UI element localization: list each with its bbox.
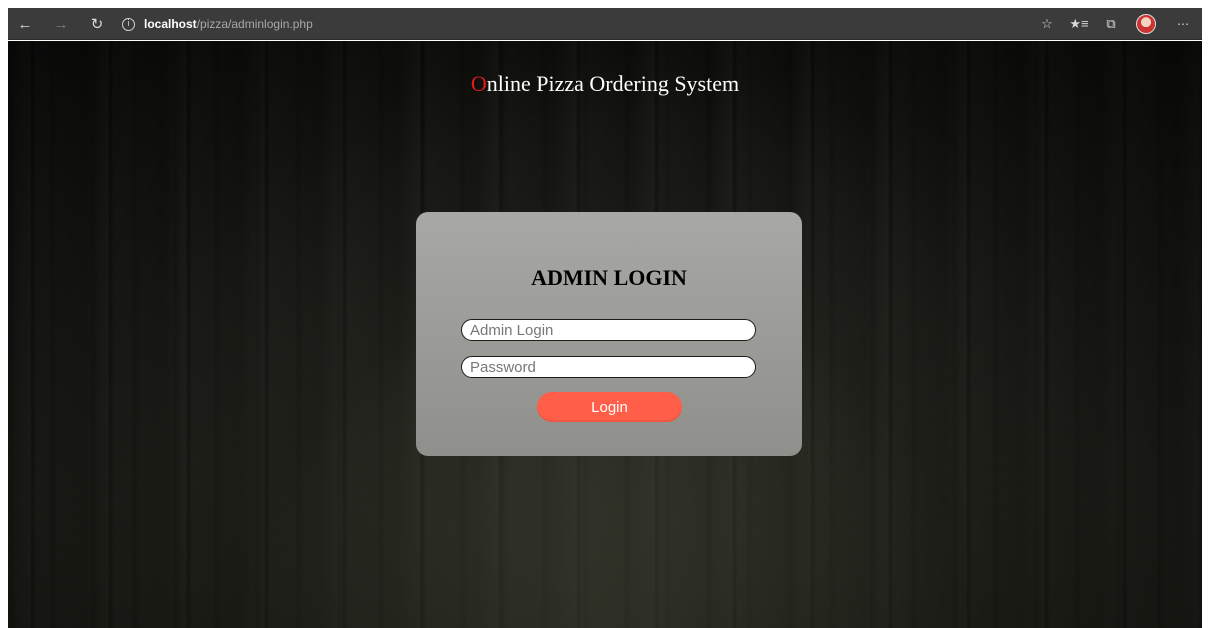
forward-button[interactable]: →	[46, 8, 76, 40]
back-button[interactable]: ←	[10, 8, 40, 40]
login-button[interactable]: Login	[537, 392, 682, 422]
arrow-left-icon: ←	[17, 15, 33, 33]
site-title-rest: nline Pizza Ordering System	[486, 71, 740, 96]
favorite-button[interactable]: ☆	[1032, 8, 1062, 40]
login-heading: ADMIN LOGIN	[531, 265, 687, 290]
favorites-list-button[interactable]: ★≡	[1064, 8, 1094, 40]
ellipsis-icon: ⋯	[1177, 17, 1189, 31]
menu-button[interactable]: ⋯	[1168, 8, 1198, 40]
site-title-initial: O	[470, 71, 487, 96]
page-background: Online Pizza Ordering System ADMIN LOGIN…	[8, 41, 1202, 628]
browser-window: ← → ↻ i localhost/pizza/adminlogin.php ☆…	[8, 8, 1202, 628]
collections-icon: ⧉	[1106, 16, 1116, 31]
star-icon: ☆	[1041, 16, 1053, 31]
avatar[interactable]	[1136, 14, 1156, 34]
browser-toolbar: ← → ↻ i localhost/pizza/adminlogin.php ☆…	[8, 8, 1202, 40]
password-input[interactable]	[461, 356, 756, 378]
admin-login-input[interactable]	[461, 319, 756, 341]
info-icon[interactable]: i	[122, 17, 135, 31]
arrow-right-icon: →	[53, 15, 69, 33]
refresh-icon: ↻	[90, 16, 104, 33]
address-bar[interactable]: i localhost/pizza/adminlogin.php	[122, 13, 313, 35]
collections-button[interactable]: ⧉	[1096, 8, 1126, 40]
login-card: ADMIN LOGIN Login	[416, 212, 802, 456]
url-path: /pizza/adminlogin.php	[196, 17, 313, 31]
url-host: localhost	[144, 17, 197, 31]
site-title: Online Pizza Ordering System	[8, 71, 1202, 97]
favorites-list-icon: ★≡	[1069, 16, 1089, 31]
refresh-button[interactable]: ↻	[82, 8, 112, 40]
